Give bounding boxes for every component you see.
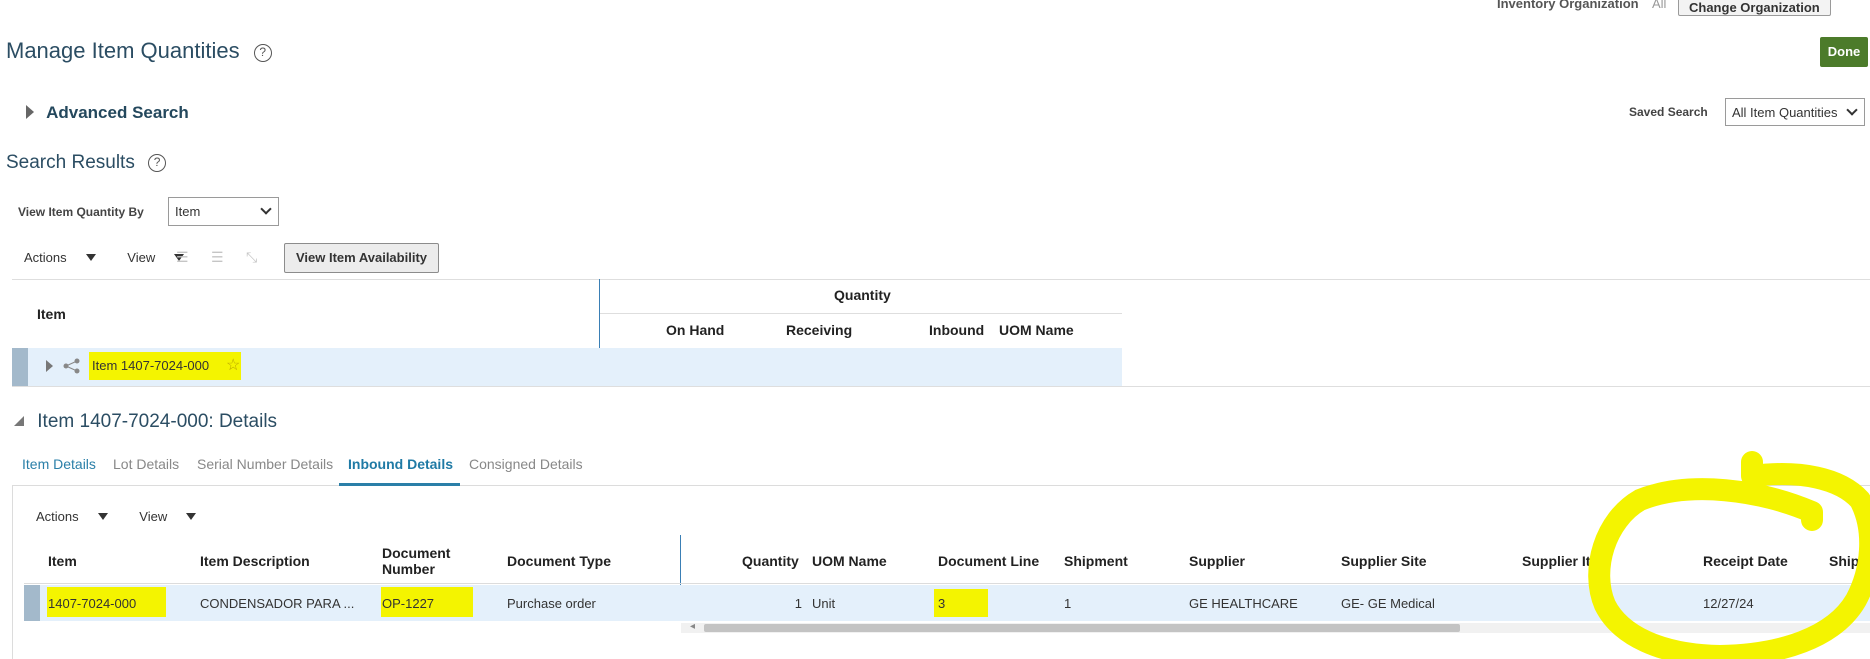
- column-header-document-number[interactable]: Document Number: [382, 545, 450, 577]
- scroll-left-arrow-icon[interactable]: ◂: [690, 621, 695, 632]
- advanced-search-toggle[interactable]: Advanced Search: [26, 103, 189, 123]
- column-header-receiving[interactable]: Receiving: [786, 322, 852, 338]
- column-header-item[interactable]: Item: [48, 553, 77, 569]
- cell-item[interactable]: 1407-7024-000: [48, 596, 136, 611]
- actions-label: Actions: [24, 250, 67, 265]
- cell-document-number[interactable]: OP-1227: [382, 596, 434, 611]
- column-header-quantity[interactable]: Quantity: [742, 553, 799, 569]
- document-number-line1: Document: [382, 545, 451, 561]
- search-results-text: Search Results: [6, 152, 135, 173]
- inventory-organization-value: All: [1652, 0, 1667, 11]
- cell-supplier-site: GE- GE Medical: [1341, 596, 1435, 611]
- row-item-name[interactable]: Item 1407-7024-000: [92, 358, 209, 373]
- actions-label: Actions: [36, 509, 79, 524]
- change-organization-button[interactable]: Change Organization: [1678, 0, 1831, 16]
- row-selector[interactable]: [12, 348, 28, 386]
- collapse-icon[interactable]: [14, 416, 24, 426]
- help-icon[interactable]: ?: [148, 154, 167, 172]
- column-header-shipment-truncated[interactable]: Shipp: [1829, 553, 1868, 569]
- actions-menu[interactable]: Actions: [36, 509, 122, 524]
- column-header-item-description[interactable]: Item Description: [200, 553, 310, 569]
- chevron-down-icon: [260, 203, 272, 215]
- column-header-supplier-site[interactable]: Supplier Site: [1341, 553, 1427, 569]
- column-header-item[interactable]: Item: [37, 306, 66, 322]
- expand-icon: [26, 105, 34, 119]
- page-title: Manage Item Quantities ?: [6, 38, 272, 64]
- chevron-down-icon: [1846, 104, 1858, 116]
- saved-search-select[interactable]: All Item Quantities: [1725, 98, 1865, 126]
- column-header-document-type[interactable]: Document Type: [507, 553, 611, 569]
- search-results-title: Search Results ?: [6, 152, 167, 174]
- caret-down-icon: [186, 513, 197, 520]
- view-quantity-by-select[interactable]: Item: [168, 197, 279, 226]
- item-structure-icon: [63, 358, 80, 374]
- view-menu[interactable]: View: [139, 509, 210, 524]
- tab-item-details[interactable]: Item Details: [22, 456, 96, 472]
- cell-receipt-date: 12/27/24: [1703, 596, 1754, 611]
- header-divider: [24, 583, 1870, 584]
- column-header-document-line[interactable]: Document Line: [938, 553, 1039, 569]
- details-title: Item 1407-7024-000: Details: [14, 411, 277, 433]
- view-item-availability-button[interactable]: View Item Availability: [284, 243, 439, 273]
- cell-quantity: 1: [794, 596, 802, 611]
- page-title-text: Manage Item Quantities: [6, 38, 240, 63]
- tab-consigned-details[interactable]: Consigned Details: [469, 456, 583, 472]
- details-toolbar: Actions View: [36, 509, 224, 524]
- expand-row-icon[interactable]: [46, 360, 53, 372]
- cell-document-line: 3: [938, 596, 946, 611]
- saved-search-value: All Item Quantities: [1732, 105, 1838, 120]
- caret-down-icon: [85, 254, 96, 261]
- column-header-uom-name[interactable]: UOM Name: [999, 322, 1074, 338]
- column-header-inbound[interactable]: Inbound: [929, 322, 984, 338]
- column-header-on-hand[interactable]: On Hand: [666, 322, 724, 338]
- scrollbar-thumb[interactable]: [704, 624, 1460, 632]
- column-group-quantity: Quantity: [834, 287, 891, 303]
- header-divider: [600, 313, 1122, 314]
- tab-lot-details[interactable]: Lot Details: [113, 456, 179, 472]
- detach-icon[interactable]: ⤡: [246, 249, 257, 266]
- view-quantity-by-label: View Item Quantity By: [18, 205, 144, 219]
- column-header-supplier-item[interactable]: Supplier Item: [1522, 553, 1611, 569]
- details-title-text: Item 1407-7024-000: Details: [37, 411, 278, 432]
- cell-shipment: 1: [1064, 596, 1072, 611]
- column-header-supplier[interactable]: Supplier: [1189, 553, 1245, 569]
- advanced-search-label: Advanced Search: [46, 103, 189, 122]
- cell-uom-name: Unit: [812, 596, 836, 611]
- favorite-star-icon[interactable]: ☆: [226, 355, 240, 375]
- view-label: View: [127, 250, 156, 265]
- tab-serial-number-details[interactable]: Serial Number Details: [197, 456, 333, 472]
- tab-inbound-details[interactable]: Inbound Details: [348, 456, 453, 472]
- collapse-all-icon[interactable]: ☰: [176, 249, 189, 266]
- column-header-shipment[interactable]: Shipment: [1064, 553, 1128, 569]
- help-icon[interactable]: ?: [253, 44, 272, 62]
- cell-item-description: CONDENSADOR PARA ...: [200, 596, 355, 611]
- inventory-organization-label: Inventory Organization: [1497, 0, 1639, 11]
- caret-down-icon: [97, 513, 108, 520]
- cell-document-type: Purchase order: [507, 596, 596, 611]
- saved-search-label: Saved Search: [1629, 105, 1708, 119]
- document-number-line2: Number: [382, 561, 435, 577]
- actions-menu[interactable]: Actions: [24, 250, 110, 265]
- expand-all-icon[interactable]: ☰: [211, 249, 224, 266]
- row-selector[interactable]: [24, 585, 40, 621]
- done-button[interactable]: Done: [1820, 37, 1868, 67]
- column-header-uom-name[interactable]: UOM Name: [812, 553, 887, 569]
- scroll-right-arrow-icon[interactable]: ▸: [1843, 621, 1848, 632]
- column-header-receipt-date[interactable]: Receipt Date: [1703, 553, 1788, 569]
- cell-supplier: GE HEALTHCARE: [1189, 596, 1298, 611]
- view-quantity-by-value: Item: [175, 204, 201, 219]
- view-label: View: [139, 509, 168, 524]
